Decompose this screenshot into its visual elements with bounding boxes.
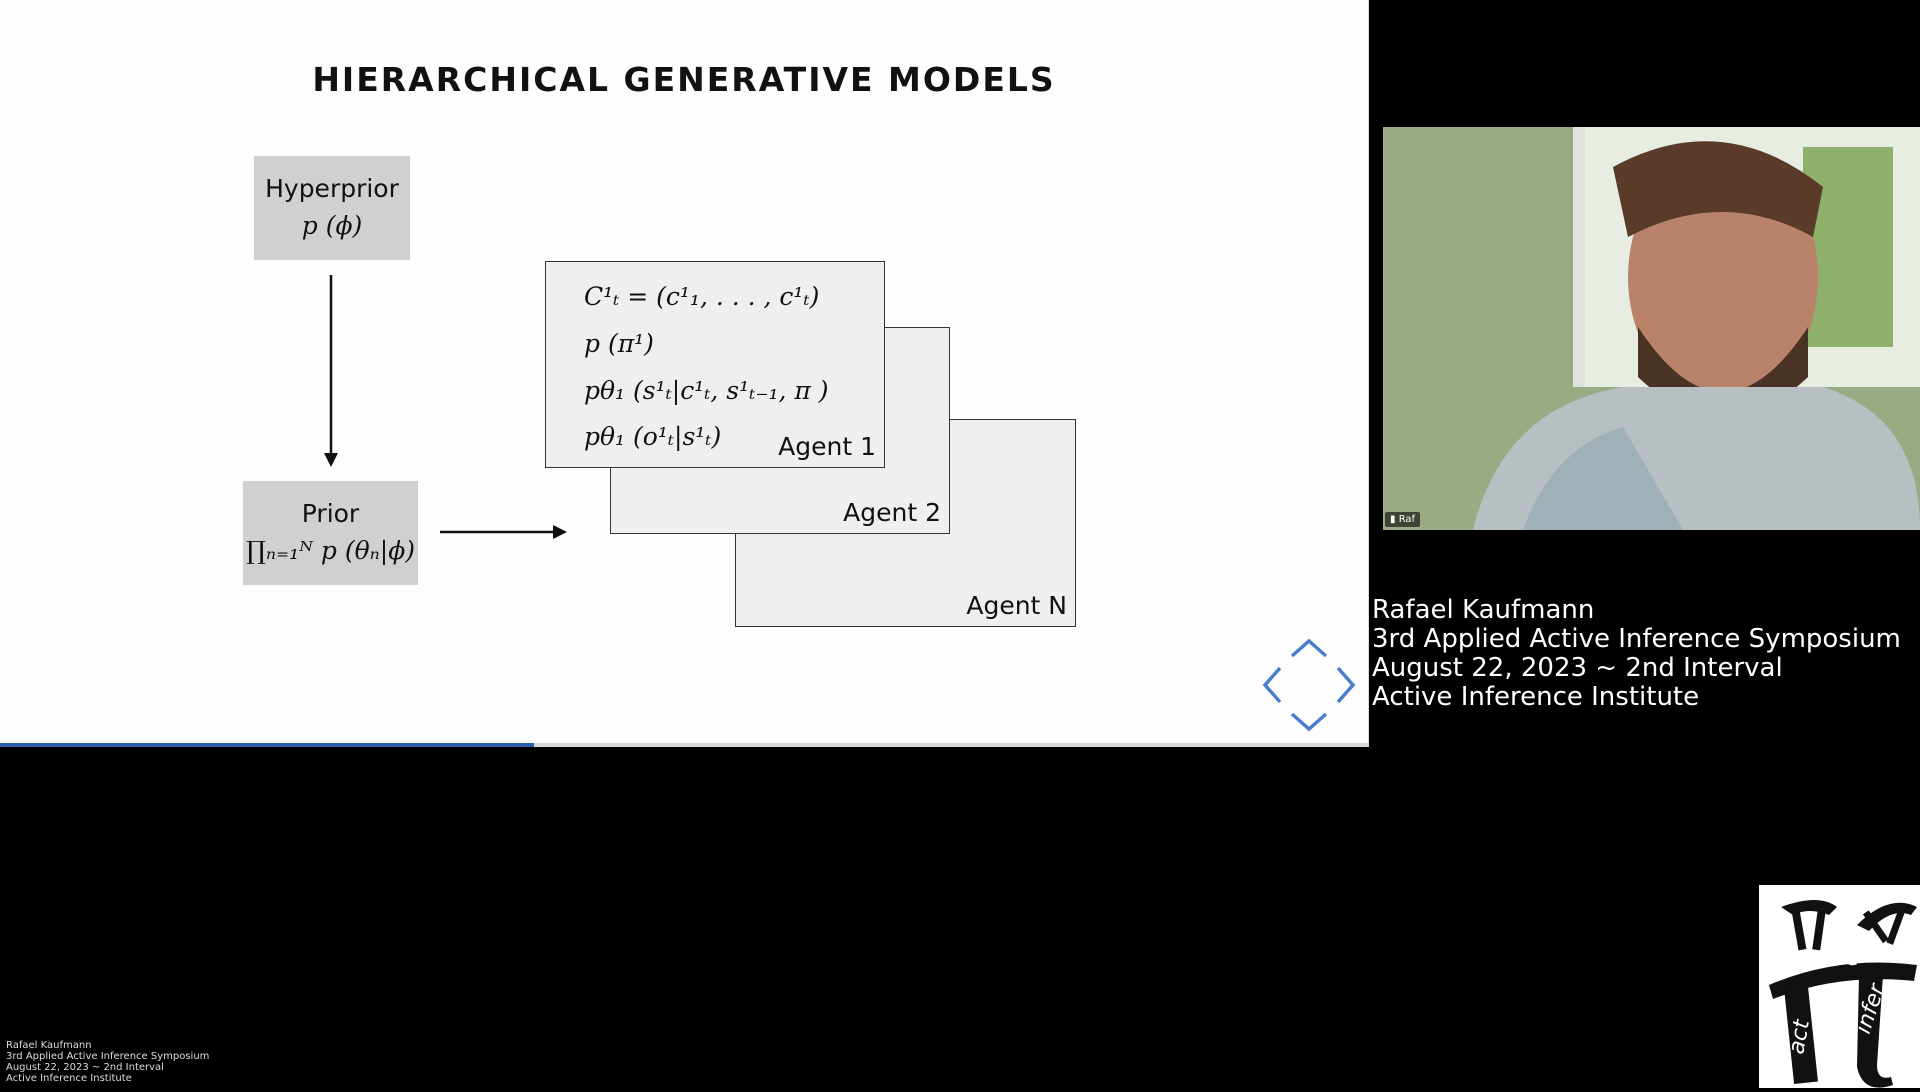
- small-caption-speaker-name: Rafael Kaufmann: [6, 1040, 92, 1051]
- agent-1-equation-2: p (π¹): [584, 329, 654, 358]
- video-name-label: Raf: [1398, 514, 1416, 525]
- speaker-video: [1383, 127, 1920, 530]
- down-arrow: [324, 275, 338, 467]
- caption-date: August 22, 2023 ~ 2nd Interval: [1372, 653, 1783, 683]
- nav-right-icon: [1336, 666, 1356, 704]
- slide-progress-bar: [0, 743, 1368, 747]
- small-caption-event-name: 3rd Applied Active Inference Symposium: [6, 1051, 210, 1062]
- agent-1-card: C¹ₜ = (c¹₁, . . . , c¹ₜ) p (π¹) pθ₁ (s¹ₜ…: [545, 261, 885, 468]
- agent-n-label: Agent N: [966, 591, 1067, 620]
- video-name-tag: ▮ Raf: [1385, 512, 1421, 527]
- agent-1-equation-3: pθ₁ (s¹ₜ|c¹ₜ, s¹ₜ₋₁, π ): [584, 376, 829, 405]
- logo-graphic: serve act infer: [1769, 900, 1917, 1088]
- signal-icon: ▮: [1390, 514, 1396, 525]
- logo-text-serve: serve: [1799, 946, 1860, 971]
- agent-1-equation-1: C¹ₜ = (c¹₁, . . . , c¹ₜ): [584, 282, 820, 311]
- agent-1-label: Agent 1: [778, 432, 876, 461]
- hyperprior-box: Hyperprior p (ϕ): [254, 156, 410, 260]
- agent-2-label: Agent 2: [843, 498, 941, 527]
- caption-speaker-name: Rafael Kaufmann: [1372, 595, 1595, 625]
- presentation-slide: HIERARCHICAL GENERATIVE MODELS Hyperprio…: [0, 0, 1369, 747]
- small-caption: Rafael Kaufmann 3rd Applied Active Infer…: [6, 1040, 209, 1084]
- small-caption-date: August 22, 2023 ~ 2nd Interval: [6, 1062, 164, 1073]
- logo-text-infer: infer: [1851, 979, 1891, 1036]
- agent-1-equation-4: pθ₁ (o¹ₜ|s¹ₜ): [584, 422, 722, 451]
- prior-box: Prior ∏ₙ₌₁ᴺ p (θₙ|ϕ): [243, 481, 418, 585]
- speaker-caption: Rafael Kaufmann 3rd Applied Active Infer…: [1372, 596, 1901, 712]
- right-arrow: [440, 525, 567, 539]
- hyperprior-formula: p (ϕ): [301, 211, 363, 240]
- caption-event-name: 3rd Applied Active Inference Symposium: [1372, 624, 1901, 654]
- slide-title: HIERARCHICAL GENERATIVE MODELS: [312, 60, 1056, 99]
- nav-left-icon: [1262, 666, 1282, 704]
- nav-up-icon: [1290, 638, 1328, 658]
- hyperprior-label: Hyperprior: [265, 174, 399, 203]
- slide-progress-fill: [0, 743, 534, 747]
- prior-label: Prior: [301, 499, 360, 528]
- speaker-video-frame: [1383, 127, 1920, 530]
- small-caption-organization: Active Inference Institute: [6, 1073, 132, 1084]
- active-inference-logo: serve act infer: [1759, 885, 1920, 1088]
- caption-organization: Active Inference Institute: [1372, 682, 1700, 712]
- nav-down-icon: [1290, 712, 1328, 732]
- prior-formula: ∏ₙ₌₁ᴺ p (θₙ|ϕ): [245, 536, 416, 565]
- slide-navigation-control[interactable]: [1262, 638, 1356, 732]
